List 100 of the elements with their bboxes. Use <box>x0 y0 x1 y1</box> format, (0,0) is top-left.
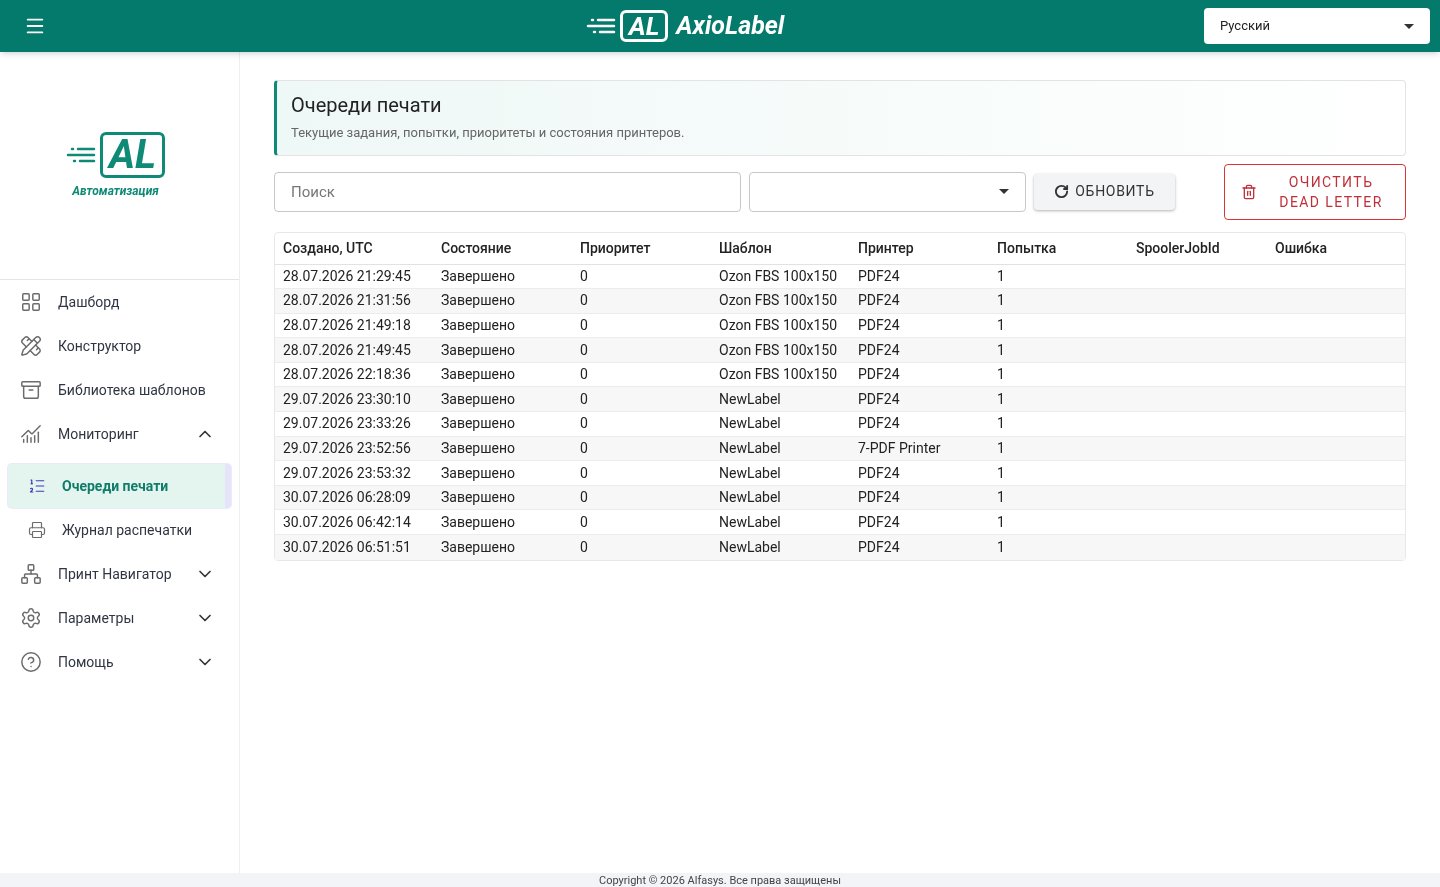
table-cell-text: Завершено <box>441 340 517 360</box>
table-cell-text: NewLabel <box>719 438 782 458</box>
nav-item[interactable]: Помощь <box>0 640 239 684</box>
page-title: Очереди печати <box>291 93 443 117</box>
table-cell-text: 1 <box>997 512 1006 532</box>
table-cell-text: 0 <box>580 438 589 458</box>
dashboard-icon <box>20 291 42 313</box>
settings-icon <box>20 607 42 629</box>
table-cell-text: 29.07.2026 23:30:10 <box>283 389 412 409</box>
table-cell-text: PDF24 <box>858 512 901 532</box>
nav-item[interactable]: Дашборд <box>0 280 239 324</box>
table-cell-text: 1 <box>997 438 1006 458</box>
clear-dead-letter-button[interactable]: ОЧИСТИТЬ DEAD LETTER <box>1224 163 1406 220</box>
trash-icon <box>1241 183 1257 200</box>
table-cell-text: Завершено <box>441 266 517 286</box>
help-icon <box>20 651 42 673</box>
table-cell-text: Завершено <box>441 389 517 409</box>
table-cell-text: NewLabel <box>719 389 782 409</box>
table-cell-text: 0 <box>580 389 589 409</box>
nav-item[interactable]: Библиотека шаблонов <box>0 368 239 412</box>
table-cell-text: 29.07.2026 23:33:26 <box>283 414 412 434</box>
table-cell-text: 1 <box>997 316 1006 335</box>
table-cell-text: PDF24 <box>858 537 901 557</box>
archive-icon <box>20 379 42 401</box>
footer: Copyright © 2026 Alfasys. Все права защищены <box>0 873 1440 887</box>
search-field[interactable]: Поиск <box>274 171 741 212</box>
table-cell-text: PDF24 <box>858 463 901 483</box>
table-cell-text: Ozon FBS 100x150 <box>719 266 839 286</box>
list-icon <box>28 477 46 495</box>
nav-item[interactable]: Принт Навигатор <box>0 552 239 596</box>
logo-caption: Автоматизация <box>72 182 159 200</box>
table-cell-text: Завершено <box>441 488 517 508</box>
column-header: Создано, UTC <box>283 238 374 258</box>
table-cell-text: 28.07.2026 21:49:45 <box>283 340 412 360</box>
table-cell-text: Завершено <box>441 438 517 458</box>
table-cell-text: 1 <box>997 365 1006 385</box>
table-cell-text: 1 <box>997 291 1006 311</box>
table-cell-text: PDF24 <box>858 414 901 434</box>
table-cell-text: PDF24 <box>858 291 901 311</box>
refresh-button[interactable]: ОБНОВИТЬ <box>1034 173 1175 210</box>
table-cell-text: 0 <box>580 488 589 508</box>
table-cell-text: Завершено <box>441 414 517 434</box>
table-cell-text: 1 <box>997 414 1006 434</box>
table-cell-text: Завершено <box>441 512 517 532</box>
table-cell-text: 0 <box>580 266 589 286</box>
table-cell-text: 0 <box>580 512 589 532</box>
table-cell-text: 28.07.2026 21:49:18 <box>283 316 412 335</box>
table-cell-text: 30.07.2026 06:51:51 <box>283 537 412 557</box>
refresh-icon <box>1054 184 1070 199</box>
table-cell-text: Ozon FBS 100x150 <box>719 365 839 385</box>
table-cell-text: 0 <box>580 463 589 483</box>
table-cell-text: 1 <box>997 488 1006 508</box>
table-cell-text: NewLabel <box>719 488 782 508</box>
nav-item[interactable]: Параметры <box>0 596 239 640</box>
column-header: Шаблон <box>719 238 773 258</box>
brand-logo: AL <box>585 10 669 42</box>
column-header: Ошибка <box>1275 238 1329 258</box>
table-cell-text: 28.07.2026 22:18:36 <box>283 365 412 385</box>
table-cell-text: 28.07.2026 21:29:45 <box>283 266 412 286</box>
table-cell-text: Завершено <box>441 291 517 311</box>
table-cell-text: 0 <box>580 414 589 434</box>
table-cell-text: 1 <box>997 389 1006 409</box>
nav-item[interactable]: Мониторинг <box>0 412 239 456</box>
language-select[interactable]: Русский <box>1204 8 1430 44</box>
table-cell-text: 0 <box>580 291 589 311</box>
table-cell-text: 0 <box>580 340 589 360</box>
chart-icon <box>20 423 42 445</box>
hierarchy-icon <box>20 563 42 585</box>
nav-item[interactable]: Журнал распечатки <box>8 508 231 552</box>
table-cell-text: 30.07.2026 06:28:09 <box>283 488 412 508</box>
table-cell-text: 1 <box>997 537 1006 557</box>
column-header: Состояние <box>441 238 513 258</box>
table-cell-text: NewLabel <box>719 463 782 483</box>
nav-item[interactable]: Очереди печати <box>8 464 231 508</box>
brand-name: AxioLabel <box>676 10 785 43</box>
table-cell-text: 7-PDF Printer <box>858 438 942 458</box>
column-header: SpoolerJobId <box>1136 238 1221 258</box>
table-cell-text: 1 <box>997 266 1006 286</box>
table-cell-text: 28.07.2026 21:31:56 <box>283 291 412 311</box>
table-cell-text: 1 <box>997 340 1006 360</box>
table-cell-text: Завершено <box>441 537 517 557</box>
caret-icon <box>999 189 1009 194</box>
table-cell-text: Ozon FBS 100x150 <box>719 340 839 360</box>
table-cell-text: 1 <box>997 463 1006 483</box>
table-cell-text: 0 <box>580 537 589 557</box>
column-header: Приоритет <box>580 238 652 258</box>
table-cell-text: NewLabel <box>719 512 782 532</box>
tools-icon <box>20 335 42 357</box>
table-cell-text: Ozon FBS 100x150 <box>719 291 839 311</box>
table-cell-text: PDF24 <box>858 340 901 360</box>
table-cell-text: 30.07.2026 06:42:14 <box>283 512 412 532</box>
table-cell-text: NewLabel <box>719 414 782 434</box>
nav-item[interactable]: Конструктор <box>0 324 239 368</box>
table-cell-text: PDF24 <box>858 488 901 508</box>
printer-icon <box>28 521 46 539</box>
table-cell-text: 0 <box>580 365 589 385</box>
column-header: Попытка <box>997 238 1058 258</box>
table-cell-text: Ozon FBS 100x150 <box>719 316 839 335</box>
table-cell-text: 29.07.2026 23:52:56 <box>283 438 412 458</box>
table-cell-text: NewLabel <box>719 537 782 557</box>
